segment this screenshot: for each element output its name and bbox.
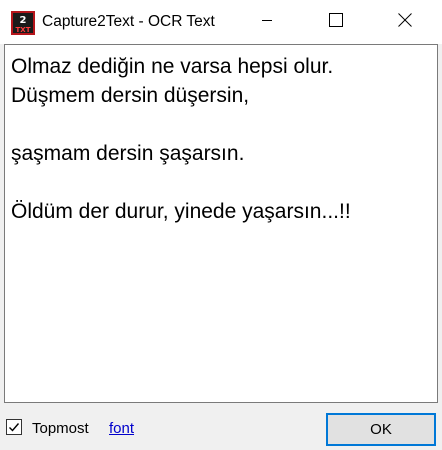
window-title: Capture2Text - OCR Text (42, 13, 215, 30)
checkmark-icon (9, 423, 20, 432)
topmost-checkbox[interactable] (6, 419, 22, 435)
maximize-button[interactable] (313, 0, 359, 44)
font-link[interactable]: font (109, 420, 134, 437)
minimize-button[interactable] (244, 0, 290, 44)
title-bar[interactable]: 2 TXT Capture2Text - OCR Text (0, 0, 442, 44)
svg-text:TXT: TXT (16, 26, 31, 34)
maximize-icon (329, 12, 343, 32)
svg-text:2: 2 (20, 15, 27, 26)
close-icon (398, 12, 412, 32)
topmost-label[interactable]: Topmost (32, 420, 89, 437)
capture2text-app-icon: 2 TXT (11, 11, 35, 35)
ok-button[interactable]: OK (326, 413, 436, 446)
ocr-text-window: 2 TXT Capture2Text - OCR Text Olmaz dedi… (0, 0, 442, 450)
ocr-text-area[interactable]: Olmaz dediğin ne varsa hepsi olur. Düşme… (4, 44, 438, 403)
bottom-bar: Topmost font OK (0, 403, 442, 450)
close-button[interactable] (382, 0, 428, 44)
minimize-icon (261, 13, 273, 31)
